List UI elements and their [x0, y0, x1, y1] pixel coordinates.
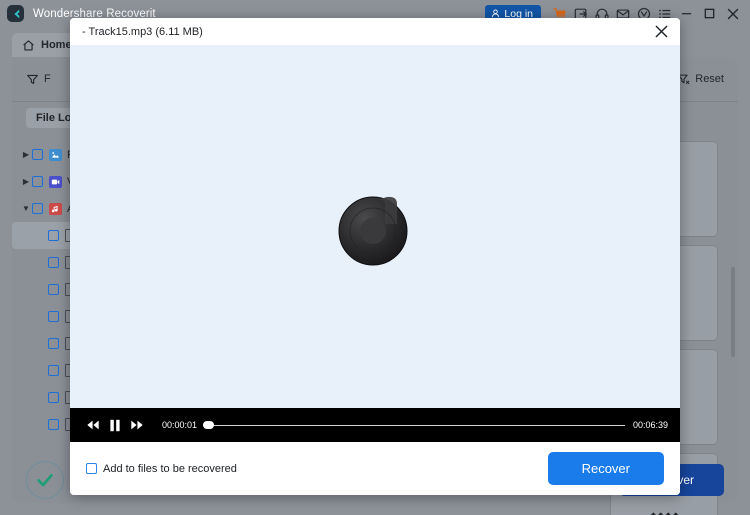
chevron-right-icon[interactable]: ▶ [20, 150, 32, 159]
checkbox-file[interactable] [48, 365, 59, 376]
modal-recover-button[interactable]: Recover [547, 452, 664, 485]
checkbox-file[interactable] [48, 338, 59, 349]
add-to-recovery-checkbox[interactable] [86, 463, 97, 474]
progress-slider[interactable] [203, 419, 625, 431]
modal-footer: Add to files to be recovered Recover [70, 442, 680, 495]
reset-button[interactable]: Reset [677, 73, 724, 86]
video-icon [49, 175, 62, 188]
app-window: Wondershare Recoverit Log in Home F Rese… [0, 0, 750, 515]
checkbox-photo[interactable] [32, 149, 43, 160]
filter-icon [27, 74, 38, 84]
waveform-icon: ◆◆◆◆ [649, 510, 680, 515]
modal-header: - Track15.mp3 (6.11 MB) [70, 18, 680, 45]
add-to-recovery-label: Add to files to be recovered [103, 462, 237, 475]
modal-title: - Track15.mp3 (6.11 MB) [82, 25, 203, 38]
chevron-right-icon[interactable]: ▶ [20, 177, 32, 186]
total-time-label: 00:06:39 [632, 420, 668, 430]
app-logo-icon [7, 5, 24, 22]
user-icon [492, 9, 500, 18]
music-disc-icon [333, 185, 417, 269]
scan-complete-icon [26, 461, 64, 499]
progress-track [203, 425, 625, 426]
audio-preview-modal: - Track15.mp3 (6.11 MB) 00:00:01 00:06:3… [70, 18, 680, 495]
filter-button[interactable]: F [26, 73, 51, 86]
checkbox-file[interactable] [48, 284, 59, 295]
current-time-label: 00:00:01 [162, 420, 198, 430]
fast-forward-icon[interactable] [126, 414, 148, 436]
close-icon[interactable] [650, 21, 672, 43]
checkbox-audio[interactable] [32, 203, 43, 214]
photo-icon [49, 148, 62, 161]
audio-icon [49, 202, 62, 215]
reset-label: Reset [695, 73, 724, 85]
chevron-down-icon[interactable]: ▼ [20, 204, 32, 213]
maximize-icon[interactable] [698, 3, 721, 25]
checkbox-file[interactable] [48, 311, 59, 322]
audio-player-controls: 00:00:01 00:06:39 [70, 408, 680, 442]
checkbox-file[interactable] [48, 392, 59, 403]
rewind-icon[interactable] [82, 414, 104, 436]
checkbox-file[interactable] [48, 419, 59, 430]
preview-stage [70, 45, 680, 408]
home-icon [23, 39, 34, 50]
checkbox-file[interactable] [48, 257, 59, 268]
checkbox-file[interactable] [48, 230, 59, 241]
progress-knob[interactable] [203, 421, 215, 429]
home-label: Home [41, 39, 72, 51]
vertical-scrollbar[interactable] [731, 267, 735, 357]
close-icon[interactable] [721, 3, 744, 25]
filter-label: F [44, 73, 51, 85]
checkbox-video[interactable] [32, 176, 43, 187]
pause-icon[interactable] [104, 414, 126, 436]
